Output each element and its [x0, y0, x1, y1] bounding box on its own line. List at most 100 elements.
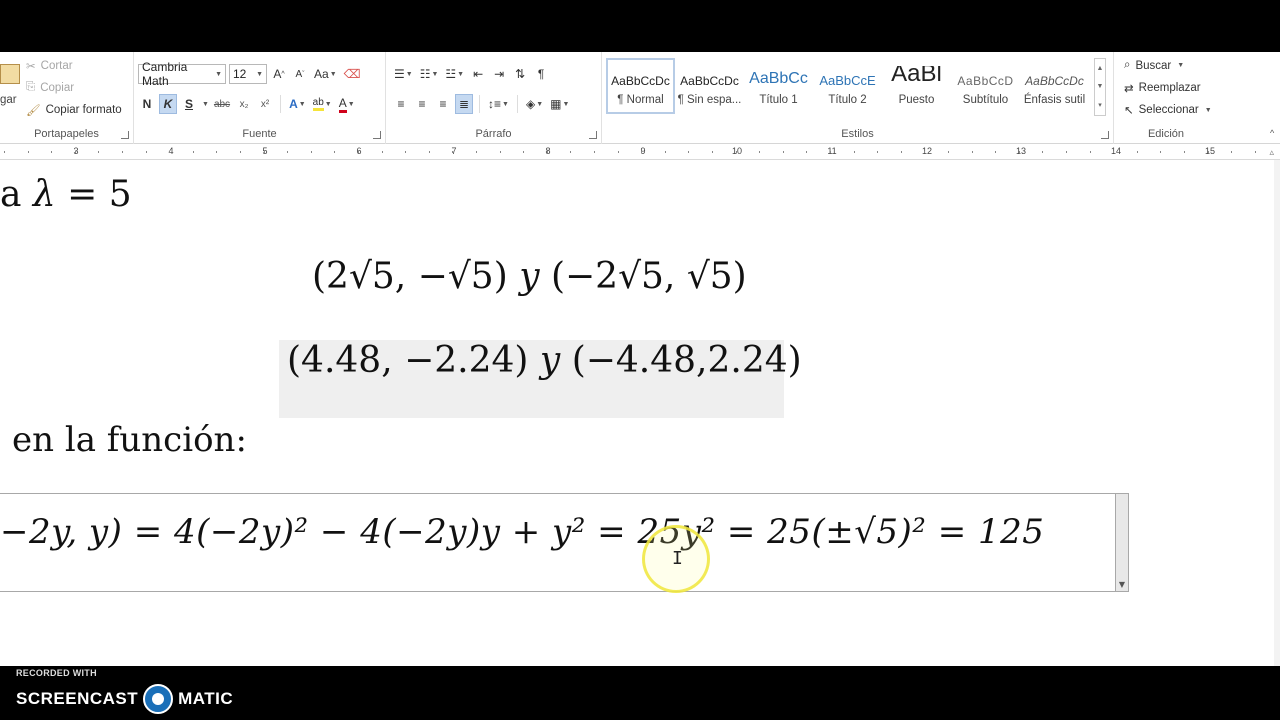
ruler-tick: 11	[827, 146, 837, 156]
style-subtle-emphasis[interactable]: AaBbCcDc Énfasis sutil	[1020, 58, 1089, 114]
document-page[interactable]: a λ = 5 (2√5, −√5) y (−2√5, √5) (4.48, −…	[0, 160, 1280, 666]
paragraph-group-label: Párrafo	[475, 128, 512, 140]
subscript-button[interactable]: x₂	[235, 94, 253, 114]
justify-icon: ≣	[458, 97, 470, 111]
format-painter-label: Copiar formato	[45, 104, 122, 116]
bullet-list-icon: ☰	[394, 67, 405, 81]
equation-function[interactable]: −2y, y) = 4(−2y)² − 4(−2y)y + y² = 25y² …	[0, 512, 1044, 552]
grow-font-button[interactable]: A ^	[270, 64, 288, 84]
text-effects-button[interactable]: A ▼	[287, 94, 308, 114]
style-subtitle[interactable]: AaBbCcD Subtítulo	[951, 58, 1020, 114]
style-name: Subtítulo	[962, 94, 1009, 106]
shading-button[interactable]: ◈ ▼	[524, 94, 545, 114]
italic-button[interactable]: K	[159, 94, 177, 114]
replace-button[interactable]: ⇄ Reemplazar	[1124, 81, 1201, 95]
chevron-down-icon[interactable]: ▼	[1097, 83, 1104, 90]
style-heading-1[interactable]: AaBbCc Título 1	[744, 58, 813, 114]
bold-button[interactable]: N	[138, 94, 156, 114]
format-painter-button[interactable]: 🖌 Copiar formato	[26, 103, 122, 117]
justify-button[interactable]: ≣	[455, 94, 473, 114]
brand-left-text: SCREENCAST	[16, 689, 139, 708]
paste-label[interactable]: gar	[0, 94, 17, 106]
equation-exact-points[interactable]: (2√5, −√5) y (−2√5, √5)	[312, 256, 747, 297]
style-no-spacing[interactable]: AaBbCcDc ¶ Sin espa...	[675, 58, 744, 114]
show-marks-button[interactable]: ¶	[532, 64, 550, 84]
font-family-select[interactable]: Cambria Math ▼	[138, 60, 226, 88]
copy-button[interactable]: ⎘ Copiar	[26, 81, 74, 94]
scroll-up-icon[interactable]: ▵	[1269, 147, 1274, 158]
ruler-dot	[358, 151, 359, 153]
ruler-dot	[4, 151, 5, 153]
equation-options-handle[interactable]: ▼	[1115, 493, 1129, 592]
paragraph-group: ☰ ▼ ☷ ▼ ☳ ▼ ⇤ ⇥ ⇅ ¶ ≡ ≡ ≡ ≣ ↕≡ ▼ ◈ ▼ ▦ ▼ Párra…	[386, 52, 602, 144]
screencast-logo-icon	[143, 684, 174, 714]
ruler-dot	[499, 151, 501, 153]
ruler-dot	[405, 151, 407, 153]
decrease-indent-button[interactable]: ⇤	[469, 64, 487, 84]
style-sample: AaBbCcE	[819, 73, 876, 88]
styles-gallery-scroll[interactable]: ▲ ▼ ▾	[1094, 58, 1106, 116]
equation-editor-box[interactable]: −2y, y) = 4(−2y)² − 4(−2y)y + y² = 25y² …	[0, 493, 1129, 592]
cut-button[interactable]: ✂ Cortar	[26, 59, 73, 73]
borders-button[interactable]: ▦ ▼	[548, 94, 571, 114]
strikethrough-button[interactable]: abc	[212, 94, 232, 114]
ruler-dot	[476, 151, 477, 153]
equation-numeric-points[interactable]: (4.48, −2.24) y (−4.48,2.24)	[287, 340, 802, 381]
underline-button[interactable]: S	[180, 94, 198, 114]
line-spacing-button[interactable]: ↕≡ ▼	[486, 94, 511, 114]
shrink-font-button[interactable]: Aˇ	[291, 64, 309, 84]
ruler-dot	[641, 151, 643, 153]
ruler-dot	[145, 151, 147, 153]
highlight-button[interactable]: ab ▼	[311, 94, 334, 114]
align-center-button[interactable]: ≡	[413, 94, 431, 114]
font-size-select[interactable]: 12 ▼	[229, 64, 267, 84]
increase-indent-button[interactable]: ⇥	[490, 64, 508, 84]
ruler-dot	[712, 151, 713, 153]
chevron-down-icon[interactable]: ▼	[202, 101, 209, 108]
style-sample: AaBbCcDc	[680, 74, 739, 88]
paragraph-launcher-icon[interactable]	[589, 131, 597, 139]
chevron-down-icon: ▼	[431, 70, 439, 78]
font-color-icon: A	[338, 96, 347, 113]
ribbon: gar ✂ Cortar ⎘ Copiar 🖌 Copiar formato P…	[0, 52, 1280, 144]
paste-icon[interactable]	[0, 64, 20, 84]
numbering-button[interactable]: ☷ ▼	[418, 64, 441, 84]
find-button[interactable]: ⌕ Buscar ▼	[1124, 59, 1184, 72]
cursor-icon: ↖	[1124, 105, 1134, 117]
text-fragment: = 5	[55, 174, 132, 215]
ruler-dot	[830, 151, 831, 153]
ruler-dot	[122, 151, 123, 153]
style-title[interactable]: AaBl Puesto	[882, 58, 951, 114]
ruler-dot	[428, 151, 430, 153]
styles-launcher-icon[interactable]	[1101, 131, 1109, 139]
vertical-scrollbar[interactable]	[1274, 160, 1280, 666]
align-left-button[interactable]: ≡	[392, 94, 410, 114]
style-normal[interactable]: AaBbCcDc ¶ Normal	[606, 58, 675, 114]
video-bottom-bar: RECORDED WITH SCREENCAST MATIC	[0, 666, 1280, 720]
font-color-button[interactable]: A ▼	[337, 94, 357, 114]
styles-gallery: AaBbCcDc ¶ Normal AaBbCcDc ¶ Sin espa...…	[606, 58, 1106, 116]
clear-format-button[interactable]: ⌫	[342, 64, 363, 84]
ruler-dot	[1254, 151, 1256, 153]
select-button[interactable]: ↖ Seleccionar ▼	[1124, 103, 1212, 117]
align-right-button[interactable]: ≡	[434, 94, 452, 114]
align-left-icon: ≡	[397, 97, 405, 111]
chevron-down-icon: ▼	[1204, 106, 1212, 114]
sort-button[interactable]: ⇅	[511, 64, 529, 84]
collapse-ribbon-icon[interactable]: ^	[1270, 128, 1274, 138]
editing-group-label: Edición	[1147, 128, 1185, 140]
eraser-icon: ⌫	[343, 67, 361, 81]
multilevel-list-button[interactable]: ☳ ▼	[443, 64, 466, 84]
font-launcher-icon[interactable]	[373, 131, 381, 139]
chevron-down-icon: ▼	[457, 70, 465, 78]
clipboard-launcher-icon[interactable]	[121, 131, 129, 139]
style-heading-2[interactable]: AaBbCcE Título 2	[813, 58, 882, 114]
chevron-up-icon[interactable]: ▲	[1097, 65, 1104, 72]
more-icon[interactable]: ▾	[1098, 101, 1102, 109]
clipboard-group: gar ✂ Cortar ⎘ Copiar 🖌 Copiar formato P…	[0, 52, 134, 144]
multilevel-list-icon: ☳	[445, 67, 457, 81]
bullets-button[interactable]: ☰ ▼	[392, 64, 415, 84]
superscript-button[interactable]: x²	[256, 94, 274, 114]
change-case-button[interactable]: Aa ▼	[312, 64, 339, 84]
point-one: (4.48, −2.24)	[287, 340, 540, 381]
